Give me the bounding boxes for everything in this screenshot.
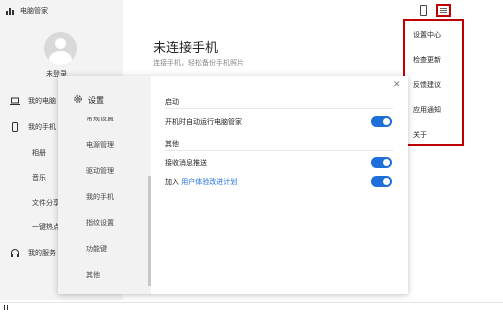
page-title: 未连接手机	[153, 41, 219, 56]
laptop-icon	[10, 96, 20, 106]
main-menu-dropdown: 设置中心 检查更新 反馈建议 应用通知 关于	[403, 19, 464, 146]
sidebar-item-my-phone[interactable]: 我的手机	[10, 122, 56, 132]
settings-nav-scrollbar[interactable]	[148, 176, 151, 286]
headset-icon	[10, 248, 20, 258]
hamburger-icon	[440, 8, 447, 9]
phone-icon	[10, 122, 20, 132]
settings-nav-my-phone[interactable]: 我的手机	[86, 192, 114, 202]
app-window: 电脑管家 未登录 我的电脑 我的手机 相册 音乐 文件分享 一键热点 我的服务	[0, 0, 503, 313]
settings-dialog-nav	[58, 76, 151, 294]
sidebar-item-my-computer[interactable]: 我的电脑	[10, 96, 56, 106]
section-divider	[165, 108, 393, 109]
settings-dialog-title: 设置	[73, 94, 104, 106]
menu-button[interactable]	[436, 4, 451, 17]
settings-nav-other[interactable]: 其他	[86, 270, 100, 280]
menu-item-feedback[interactable]: 反馈建议	[413, 80, 441, 90]
settings-title-label: 设置	[88, 95, 104, 105]
avatar[interactable]	[44, 32, 77, 65]
menu-item-check-update[interactable]: 检查更新	[413, 55, 441, 65]
push-notification-toggle[interactable]	[371, 157, 392, 168]
ux-program-prefix: 加入	[165, 178, 179, 186]
sidebar-item-album[interactable]: 相册	[32, 148, 46, 158]
sidebar-item-file-share[interactable]: 文件分享	[32, 198, 60, 208]
app-logo-icon	[6, 7, 16, 15]
settings-nav-fingerprint[interactable]: 指纹设置	[86, 218, 114, 228]
menu-item-about[interactable]: 关于	[413, 130, 427, 140]
menu-item-settings-center[interactable]: 设置中心	[413, 30, 441, 40]
bottom-divider	[0, 302, 503, 303]
sidebar-item-my-service[interactable]: 我的服务	[10, 248, 56, 258]
app-title: 电脑管家	[20, 7, 48, 15]
settings-nav-function-key[interactable]: 功能键	[86, 244, 107, 254]
page-subtitle: 连接手机，轻松备份手机照片	[153, 59, 244, 67]
setting-autostart-label: 开机时自动运行电脑管家	[165, 118, 242, 126]
gear-icon	[73, 94, 83, 106]
autostart-toggle[interactable]	[371, 116, 392, 127]
sidebar-item-hotspot[interactable]: 一键热点	[32, 222, 60, 232]
setting-ux-program-label: 加入 用户体验改进计划	[165, 177, 237, 187]
ux-program-link[interactable]: 用户体验改进计划	[181, 178, 237, 186]
close-icon[interactable]: ✕	[393, 80, 401, 90]
section-title-startup: 启动	[165, 98, 179, 106]
section-divider	[165, 150, 393, 151]
sidebar-item-music[interactable]: 音乐	[32, 173, 46, 183]
app-title-bar: 电脑管家	[6, 6, 48, 16]
section-title-other: 其他	[165, 140, 179, 148]
phone-connect-icon[interactable]	[420, 5, 427, 16]
settings-nav-driver[interactable]: 驱动管理	[86, 166, 114, 176]
ux-program-toggle[interactable]	[371, 176, 392, 187]
sidebar-item-label: 我的电脑	[28, 97, 56, 105]
resize-grip-icon[interactable]	[4, 305, 8, 310]
setting-push-label: 接收消息推送	[165, 159, 207, 167]
sidebar-item-label: 我的手机	[28, 123, 56, 131]
menu-item-app-notifications[interactable]: 应用通知	[413, 105, 441, 115]
sidebar-item-label: 我的服务	[28, 249, 56, 257]
settings-nav-power[interactable]: 电源管理	[86, 140, 114, 150]
